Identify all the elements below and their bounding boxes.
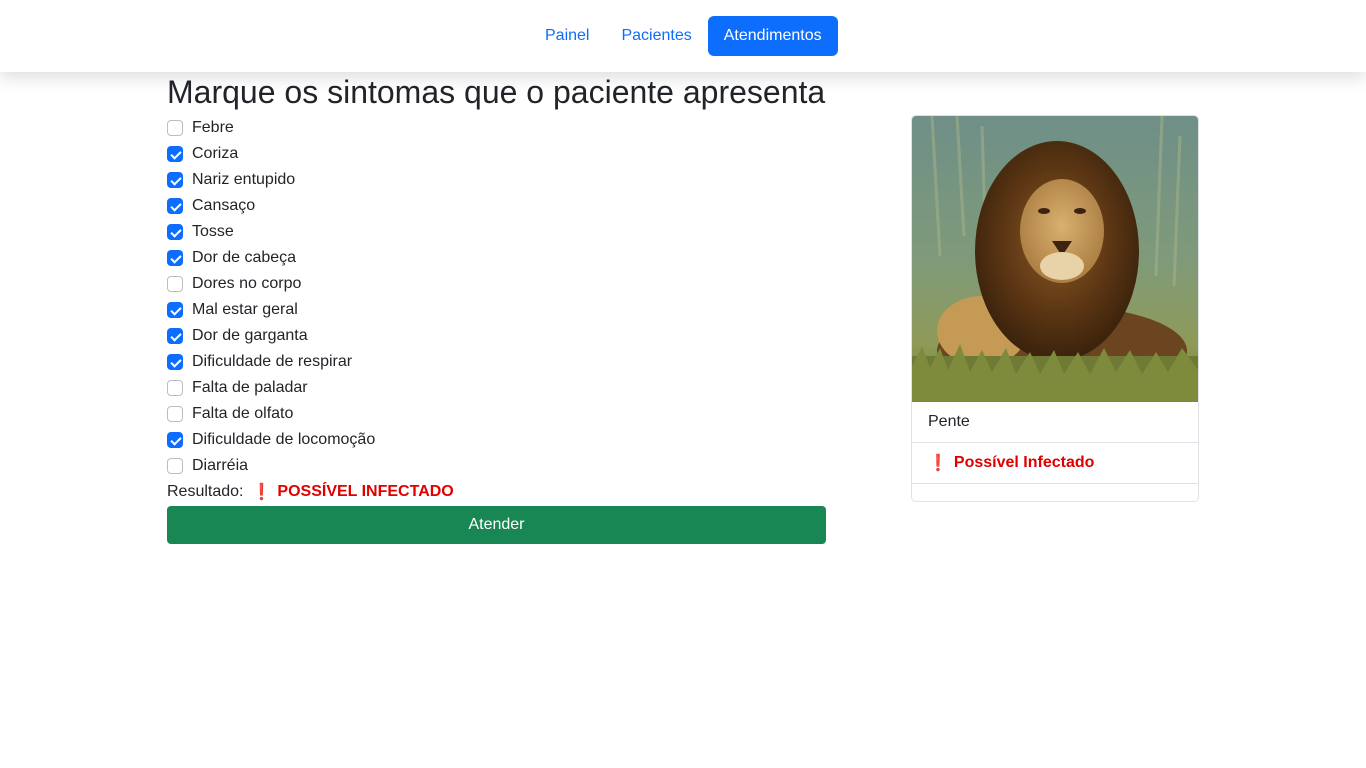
symptom-checkbox[interactable] — [167, 328, 183, 344]
symptom-row: Dor de garganta — [167, 323, 827, 349]
symptom-row: Falta de olfato — [167, 401, 827, 427]
symptom-checkbox[interactable] — [167, 198, 183, 214]
symptoms-form: Marque os sintomas que o paciente aprese… — [167, 72, 827, 544]
symptom-checkbox[interactable] — [167, 406, 183, 422]
nav-painel[interactable]: Painel — [529, 16, 605, 56]
symptom-label[interactable]: Diarréia — [192, 457, 248, 475]
result-value: POSSÍVEL INFECTADO — [277, 483, 454, 500]
symptom-row: Coriza — [167, 141, 827, 167]
symptom-row: Febre — [167, 115, 827, 141]
symptom-label[interactable]: Mal estar geral — [192, 301, 298, 319]
symptom-checkbox[interactable] — [167, 120, 183, 136]
nav-atendimentos[interactable]: Atendimentos — [707, 16, 838, 56]
symptom-label[interactable]: Falta de olfato — [192, 405, 293, 423]
result-row: Resultado: ❗ POSSÍVEL INFECTADO — [167, 479, 827, 505]
symptom-checkbox[interactable] — [167, 224, 183, 240]
symptom-label[interactable]: Cansaço — [192, 197, 255, 215]
symptom-row: Mal estar geral — [167, 297, 827, 323]
patient-status: ❗ Possível Infectado — [912, 443, 1198, 484]
symptom-checkbox[interactable] — [167, 146, 183, 162]
atender-button[interactable]: Atender — [167, 506, 826, 544]
symptom-row: Dor de cabeça — [167, 245, 827, 271]
symptom-label[interactable]: Dor de cabeça — [192, 249, 296, 267]
symptom-label[interactable]: Dores no corpo — [192, 275, 301, 293]
symptom-checkbox[interactable] — [167, 380, 183, 396]
symptom-row: Nariz entupido — [167, 167, 827, 193]
alert-icon: ❗ — [928, 455, 948, 472]
symptom-label[interactable]: Dor de garganta — [192, 327, 308, 345]
symptom-checkbox[interactable] — [167, 302, 183, 318]
nav-pills: Painel Pacientes Atendimentos — [529, 16, 838, 56]
patient-name: Pente — [912, 402, 1198, 443]
alert-icon: ❗ — [251, 484, 272, 501]
symptom-checkbox[interactable] — [167, 250, 183, 266]
page-title: Marque os sintomas que o paciente aprese… — [167, 74, 826, 110]
symptom-label[interactable]: Coriza — [192, 145, 238, 163]
symptom-list: Febre Coriza Nariz entupido Cansaço Tosse Dor… — [167, 115, 827, 479]
symptom-label[interactable]: Tosse — [192, 223, 234, 241]
result-label: Resultado: — [167, 483, 244, 500]
symptom-label[interactable]: Falta de paladar — [192, 379, 308, 397]
nav-pacientes[interactable]: Pacientes — [605, 16, 707, 56]
symptom-checkbox[interactable] — [167, 172, 183, 188]
symptom-label[interactable]: Nariz entupido — [192, 171, 295, 189]
symptom-label[interactable]: Dificuldade de respirar — [192, 353, 352, 371]
patient-card: Pente ❗ Possível Infectado — [911, 115, 1199, 502]
symptom-row: Cansaço — [167, 193, 827, 219]
symptom-checkbox[interactable] — [167, 276, 183, 292]
symptom-label[interactable]: Dificuldade de locomoção — [192, 431, 375, 449]
symptom-checkbox[interactable] — [167, 458, 183, 474]
symptom-row: Tosse — [167, 219, 827, 245]
patient-photo — [912, 116, 1198, 402]
symptom-row: Diarréia — [167, 453, 827, 479]
symptom-row: Falta de paladar — [167, 375, 827, 401]
symptom-checkbox[interactable] — [167, 354, 183, 370]
top-navbar: Painel Pacientes Atendimentos — [0, 0, 1366, 72]
symptom-row: Dificuldade de respirar — [167, 349, 827, 375]
symptom-row: Dores no corpo — [167, 271, 827, 297]
symptom-checkbox[interactable] — [167, 432, 183, 448]
symptom-row: Dificuldade de locomoção — [167, 427, 827, 453]
symptom-label[interactable]: Febre — [192, 119, 234, 137]
patient-status-label: Possível Infectado — [953, 454, 1095, 471]
